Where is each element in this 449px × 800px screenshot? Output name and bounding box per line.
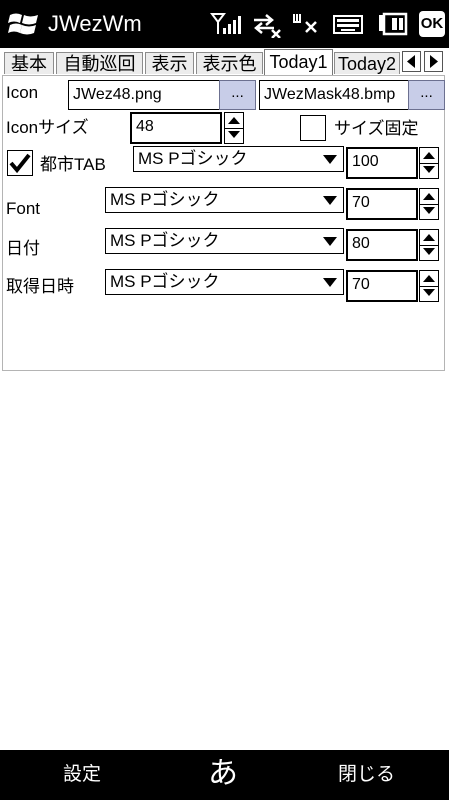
tab-today2[interactable]: Today2: [334, 52, 400, 74]
icon-size-label: Iconサイズ: [6, 118, 89, 137]
icon-browse-button[interactable]: ...: [219, 80, 256, 110]
city-tab-font-value: MS Pゴシック: [138, 149, 248, 168]
icon-label: Icon: [6, 83, 39, 102]
data-connection-icon[interactable]: [250, 10, 282, 38]
font-size-input[interactable]: 70: [346, 188, 418, 220]
close-softkey[interactable]: 閉じる: [338, 762, 395, 788]
city-tab-label: 都市TAB: [40, 155, 106, 174]
checkmark-icon: [9, 153, 31, 174]
fetch-time-font-value: MS Pゴシック: [110, 272, 220, 291]
fetch-time-size-input[interactable]: 70: [346, 270, 418, 302]
arrow-up-icon: [423, 152, 435, 159]
arrow-down-icon: [228, 131, 240, 138]
tab-display-color[interactable]: 表示色: [196, 52, 263, 74]
font-select[interactable]: MS Pゴシック: [105, 187, 344, 213]
softkey-bar: 設定 あ 閉じる: [0, 750, 449, 800]
city-tab-font-select[interactable]: MS Pゴシック: [133, 146, 344, 172]
spin-down-button[interactable]: [420, 245, 438, 260]
sound-off-icon[interactable]: [290, 10, 320, 38]
fetch-time-size-spinner[interactable]: [419, 270, 439, 302]
city-tab-size-input[interactable]: 100: [346, 147, 418, 179]
arrow-down-icon: [423, 166, 435, 173]
city-tab-checkbox[interactable]: [7, 150, 33, 176]
spin-down-button[interactable]: [420, 204, 438, 219]
icon-file-field[interactable]: JWez48.png: [68, 80, 221, 110]
signal-strength-icon[interactable]: [210, 10, 242, 38]
spin-up-button[interactable]: [225, 113, 243, 129]
tab-today1[interactable]: Today1: [264, 49, 333, 76]
chevron-right-icon: [430, 55, 438, 68]
keyboard-icon[interactable]: [333, 10, 363, 38]
date-font-select[interactable]: MS Pゴシック: [105, 228, 344, 254]
app-title: JWezWm: [48, 11, 142, 36]
size-fixed-checkbox[interactable]: [300, 115, 326, 141]
windows-start-icon[interactable]: [8, 9, 40, 39]
tab-bar: 基本 自動巡回 表示 表示色 Today1 Today2: [0, 48, 449, 76]
today1-settings-panel: Icon JWez48.png ... JWezMask48.bmp ... I…: [2, 75, 445, 371]
spin-down-button[interactable]: [225, 128, 243, 143]
spin-down-button[interactable]: [420, 286, 438, 301]
title-bar: JWezWm OK: [0, 0, 449, 48]
chevron-left-icon: [407, 55, 415, 68]
arrow-down-icon: [423, 289, 435, 296]
tab-display[interactable]: 表示: [145, 52, 194, 74]
arrow-up-icon: [423, 275, 435, 282]
dropdown-arrow-icon: [323, 196, 337, 205]
input-method-button[interactable]: あ: [208, 752, 238, 796]
arrow-up-icon: [423, 193, 435, 200]
date-size-spinner[interactable]: [419, 229, 439, 261]
icon-mask-file-field[interactable]: JWezMask48.bmp: [259, 80, 411, 110]
tab-auto-patrol[interactable]: 自動巡回: [56, 52, 143, 74]
arrow-up-icon: [423, 234, 435, 241]
font-size-spinner[interactable]: [419, 188, 439, 220]
tab-scroll-left-button[interactable]: [402, 51, 421, 72]
ok-button[interactable]: OK: [419, 11, 445, 37]
spin-up-button[interactable]: [420, 189, 438, 205]
font-value: MS Pゴシック: [110, 190, 220, 209]
date-font-value: MS Pゴシック: [110, 231, 220, 250]
dropdown-arrow-icon: [323, 237, 337, 246]
spin-up-button[interactable]: [420, 271, 438, 287]
spin-down-button[interactable]: [420, 163, 438, 178]
icon-mask-browse-button[interactable]: ...: [408, 80, 445, 110]
font-label: Font: [6, 199, 41, 218]
date-size-input[interactable]: 80: [346, 229, 418, 261]
dropdown-arrow-icon: [323, 278, 337, 287]
arrow-up-icon: [228, 117, 240, 124]
battery-icon[interactable]: [378, 10, 408, 38]
dropdown-arrow-icon: [323, 155, 337, 164]
spin-up-button[interactable]: [420, 230, 438, 246]
date-label: 日付: [6, 239, 40, 258]
tab-scroll-right-button[interactable]: [424, 51, 443, 72]
spin-up-button[interactable]: [420, 148, 438, 164]
fetch-time-label: 取得日時: [6, 277, 74, 296]
city-tab-size-spinner[interactable]: [419, 147, 439, 179]
settings-softkey[interactable]: 設定: [63, 762, 101, 788]
icon-size-input[interactable]: 48: [130, 112, 222, 144]
arrow-down-icon: [423, 248, 435, 255]
size-fixed-label: サイズ固定: [334, 119, 419, 138]
tab-basic[interactable]: 基本: [4, 52, 54, 74]
icon-size-spinner[interactable]: [224, 112, 244, 144]
arrow-down-icon: [423, 207, 435, 214]
fetch-time-font-select[interactable]: MS Pゴシック: [105, 269, 344, 295]
